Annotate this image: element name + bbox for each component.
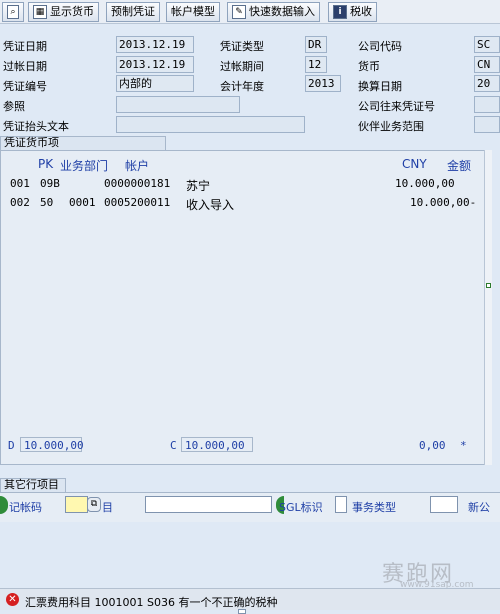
posting-key-label: 记帐码 <box>9 501 42 514</box>
table-row[interactable]: 001 09B 0000000181 苏宁 10.000,00 <box>10 177 490 193</box>
scroll-marker-icon <box>486 283 491 288</box>
doc-type-label: 凭证类型 <box>220 40 264 53</box>
intercompany-label: 公司往来凭证号 <box>358 100 435 113</box>
posting-date-field[interactable]: 2013.12.19 <box>116 56 194 73</box>
table-row[interactable]: 002 50 0001 0005200011 收入导入 10.000,00- <box>10 196 490 212</box>
reference-field[interactable] <box>116 96 240 113</box>
currency-icon: ▦ <box>33 5 47 19</box>
translation-date-label: 换算日期 <box>358 80 402 93</box>
other-line-tab: 其它行项目 <box>0 478 66 492</box>
error-icon: ✕ <box>6 593 19 606</box>
balance-value: 0,00 <box>419 439 446 452</box>
resize-handle-icon[interactable] <box>238 609 246 614</box>
trading-partner-label: 伙伴业务范围 <box>358 120 424 133</box>
currency-label: 货币 <box>358 60 380 73</box>
doc-no-label: 凭证编号 <box>3 80 47 93</box>
row-amount: 10.000,00 <box>395 177 455 190</box>
fiscal-year-field[interactable]: 2013 <box>305 75 341 92</box>
doc-no-field[interactable]: 内部的 <box>116 75 194 92</box>
status-message[interactable]: 汇票费用科目 1001001 S036 有一个不正确的税种 <box>25 594 277 610</box>
pencil-icon: ✎ <box>232 5 246 19</box>
tax-button[interactable]: i 税收 <box>328 2 377 22</box>
items-section-tab: 凭证货币项 <box>0 136 166 150</box>
overview-button[interactable]: ⌕ <box>2 2 24 22</box>
fast-entry-button[interactable]: ✎ 快速数据输入 <box>227 2 320 22</box>
trading-partner-field[interactable] <box>474 116 500 133</box>
row-business-area: 0001 <box>69 196 96 209</box>
column-currency: CNY <box>402 157 427 171</box>
debit-label: D <box>8 439 15 452</box>
header-text-field[interactable] <box>116 116 305 133</box>
search-help-icon[interactable]: ⧉ <box>87 497 101 512</box>
credit-total: 10.000,00 <box>185 439 245 452</box>
transaction-type-input[interactable] <box>430 496 458 513</box>
account-label: 目 <box>102 501 113 514</box>
park-button[interactable]: 预制凭证 <box>106 2 160 22</box>
tax-label: 税收 <box>350 5 372 18</box>
new-company-code-label: 新公 <box>468 501 490 514</box>
intercompany-field[interactable] <box>474 96 500 113</box>
credit-label: C <box>170 439 177 452</box>
items-section-title: 凭证货币项 <box>4 136 59 149</box>
posting-date-label: 过帐日期 <box>3 60 47 73</box>
period-label: 过帐期间 <box>220 60 264 73</box>
other-line-title: 其它行项目 <box>4 478 59 491</box>
row-number: 002 <box>10 196 30 209</box>
sgl-label: SGL标识 <box>279 501 323 514</box>
row-pk: 09B <box>40 177 60 190</box>
row-account: 0000000181 <box>104 177 171 190</box>
account-model-label: 帐户模型 <box>171 5 215 18</box>
doc-date-label: 凭证日期 <box>3 40 47 53</box>
balance-indicator: * <box>460 439 467 452</box>
info-icon: i <box>333 5 347 19</box>
row-number: 001 <box>10 177 30 190</box>
row-amount: 10.000,00- <box>410 196 477 209</box>
column-business-area: 业务部门 <box>60 159 109 173</box>
period-field[interactable]: 12 <box>305 56 327 73</box>
debit-total: 10.000,00 <box>24 439 84 452</box>
doc-date-field[interactable]: 2013.12.19 <box>116 36 194 53</box>
row-text: 收入导入 <box>186 198 235 212</box>
account-model-button[interactable]: 帐户模型 <box>166 2 220 22</box>
posting-key-input[interactable] <box>65 496 88 513</box>
row-pk: 50 <box>40 196 54 209</box>
status-bar: ✕ 汇票费用科目 1001001 S036 有一个不正确的税种 <box>0 588 500 610</box>
account-input[interactable] <box>145 496 272 513</box>
row-text: 苏宁 <box>186 179 211 193</box>
company-code-field[interactable]: SC <box>474 36 500 53</box>
column-amount: 金额 <box>447 159 472 173</box>
company-code-label: 公司代码 <box>358 40 402 53</box>
translation-date-field[interactable]: 20 <box>474 75 500 92</box>
currency-field[interactable]: CN <box>474 56 500 73</box>
fiscal-year-label: 会计年度 <box>220 80 264 93</box>
doc-type-field[interactable]: DR <box>305 36 327 53</box>
column-pk: PK <box>38 157 54 171</box>
header-text-label: 凭证抬头文本 <box>3 120 69 133</box>
row-account: 0005200011 <box>104 196 171 209</box>
transaction-type-label: 事务类型 <box>352 501 396 514</box>
reference-label: 参照 <box>3 100 25 113</box>
park-label: 预制凭证 <box>111 5 155 18</box>
column-account: 帐户 <box>125 159 150 173</box>
magnifier-icon: ⌕ <box>7 5 19 19</box>
items-scrollbar[interactable] <box>484 150 492 465</box>
application-toolbar: ⌕ ▦ 显示货币 预制凭证 帐户模型 ✎ 快速数据输入 i 税收 <box>0 0 500 24</box>
show-currency-label: 显示货币 <box>50 5 94 18</box>
fast-entry-label: 快速数据输入 <box>249 5 315 18</box>
show-currency-button[interactable]: ▦ 显示货币 <box>28 2 99 22</box>
sgl-input[interactable] <box>335 496 347 513</box>
